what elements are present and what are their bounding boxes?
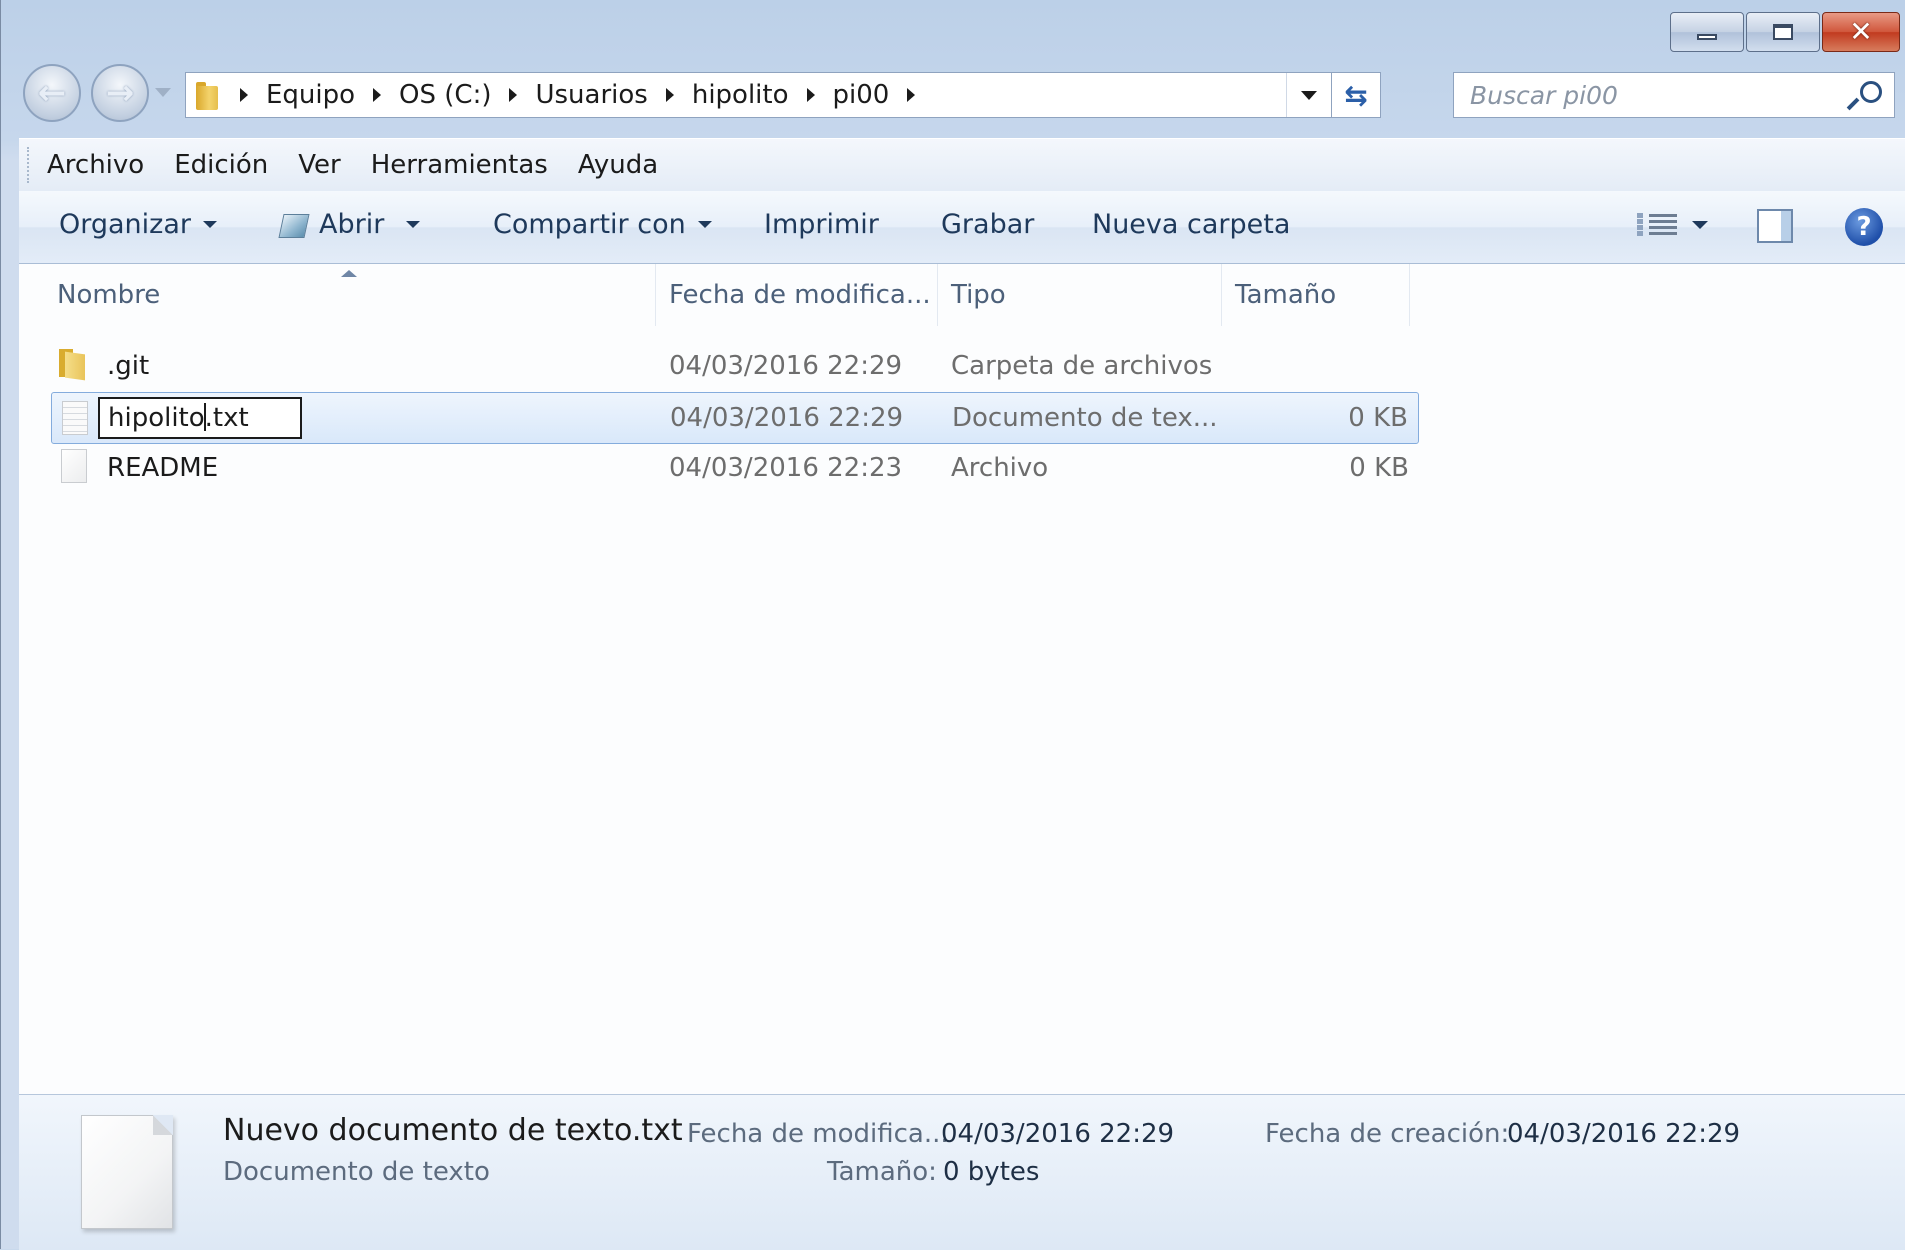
share-with-button[interactable]: Compartir con xyxy=(493,209,712,240)
column-name[interactable]: Nombre xyxy=(57,280,160,310)
burn-button[interactable]: Grabar xyxy=(941,209,1034,240)
open-with-icon xyxy=(277,210,310,240)
file-list[interactable]: Nombre Fecha de modifica... Tipo Tamaño … xyxy=(19,264,1905,1094)
change-view-icon[interactable] xyxy=(1637,211,1677,243)
burn-label: Grabar xyxy=(941,209,1035,240)
address-history-dropdown[interactable] xyxy=(1286,73,1331,117)
organize-button[interactable]: Organizar xyxy=(59,209,217,240)
back-button[interactable]: ← xyxy=(23,64,81,122)
details-created-label: Fecha de creación: xyxy=(1265,1119,1510,1149)
column-divider[interactable] xyxy=(1221,264,1222,326)
search-input[interactable] xyxy=(1454,79,1848,111)
menu-herramientas[interactable]: Herramientas xyxy=(371,150,548,180)
print-button[interactable]: Imprimir xyxy=(764,209,879,240)
details-size-label: Tamaño: xyxy=(827,1157,937,1187)
folder-icon xyxy=(57,349,87,381)
menu-archivo[interactable]: Archivo xyxy=(47,150,144,180)
details-created-value[interactable]: 04/03/2016 22:29 xyxy=(1507,1119,1740,1149)
column-size[interactable]: Tamaño xyxy=(1235,280,1336,310)
refresh-button[interactable]: ⇆ xyxy=(1331,73,1380,117)
breadcrumb-pi00[interactable]: pi00 xyxy=(833,80,890,110)
file-row-hipolito-txt[interactable]: hipolito.txt 04/03/2016 22:29 Documento … xyxy=(51,392,1419,444)
open-button[interactable]: Abrir xyxy=(277,209,421,240)
column-divider[interactable] xyxy=(1409,264,1410,326)
rename-input[interactable]: hipolito.txt xyxy=(98,397,302,439)
breadcrumb-os-c[interactable]: OS (C:) xyxy=(399,80,491,110)
menu-ayuda[interactable]: Ayuda xyxy=(578,150,658,180)
chevron-right-icon[interactable] xyxy=(907,88,916,102)
menu-grip xyxy=(27,147,33,183)
file-row-readme[interactable]: README 04/03/2016 22:23 Archivo 0 KB xyxy=(51,445,1419,491)
menu-edicion[interactable]: Edición xyxy=(174,150,268,180)
text-document-icon xyxy=(81,1115,173,1229)
text-document-icon xyxy=(62,401,88,435)
new-folder-label: Nueva carpeta xyxy=(1092,209,1291,240)
explorer-window: ✕ ← → Equipo OS (C:) Usuarios hipolito p… xyxy=(0,0,1905,1250)
close-icon: ✕ xyxy=(1849,15,1873,48)
file-modified: 04/03/2016 22:23 xyxy=(669,453,903,483)
forward-arrow-icon: → xyxy=(105,73,135,113)
column-type[interactable]: Tipo xyxy=(951,280,1006,310)
sort-ascending-icon xyxy=(341,270,357,277)
recent-pages-dropdown[interactable] xyxy=(155,88,171,97)
caption-buttons: ✕ xyxy=(1670,12,1900,52)
details-file-type: Documento de texto xyxy=(223,1157,490,1187)
view-options-dropdown[interactable] xyxy=(1692,221,1708,229)
chevron-down-icon[interactable] xyxy=(406,221,421,228)
column-divider[interactable] xyxy=(655,264,656,326)
file-type: Archivo xyxy=(951,453,1049,483)
search-icon[interactable] xyxy=(1846,75,1888,115)
search-box[interactable] xyxy=(1453,72,1895,118)
column-headers: Nombre Fecha de modifica... Tipo Tamaño xyxy=(19,264,1410,330)
chevron-right-icon[interactable] xyxy=(509,88,518,102)
minimize-button[interactable] xyxy=(1670,12,1744,52)
file-modified: 04/03/2016 22:29 xyxy=(670,403,904,433)
close-button[interactable]: ✕ xyxy=(1822,12,1900,52)
chevron-right-icon[interactable] xyxy=(373,88,382,102)
address-bar[interactable]: Equipo OS (C:) Usuarios hipolito pi00 ⇆ xyxy=(185,72,1381,118)
new-folder-button[interactable]: Nueva carpeta xyxy=(1092,209,1290,240)
details-modified-value[interactable]: 04/03/2016 22:29 xyxy=(941,1119,1174,1149)
chevron-down-icon xyxy=(203,221,217,228)
file-name: .git xyxy=(107,351,150,381)
minimize-icon xyxy=(1697,34,1717,40)
chevron-right-icon[interactable] xyxy=(240,88,248,102)
organize-label: Organizar xyxy=(59,209,191,240)
restore-icon xyxy=(1773,24,1793,40)
file-type: Carpeta de archivos xyxy=(951,351,1213,381)
chevron-down-icon xyxy=(1301,90,1317,100)
details-file-name: Nuevo documento de texto.txt xyxy=(223,1113,683,1148)
preview-pane-icon[interactable] xyxy=(1757,209,1793,243)
details-size-value: 0 bytes xyxy=(943,1157,1040,1187)
file-size: 0 KB xyxy=(1349,453,1409,483)
menu-ver[interactable]: Ver xyxy=(298,150,340,180)
file-name: README xyxy=(107,453,219,483)
details-pane: Nuevo documento de texto.txt Documento d… xyxy=(19,1094,1905,1250)
command-bar: Organizar Abrir Compartir con Imprimir G… xyxy=(19,191,1905,264)
breadcrumb-hipolito[interactable]: hipolito xyxy=(692,80,789,110)
chevron-right-icon[interactable] xyxy=(806,88,815,102)
open-label: Abrir xyxy=(319,209,385,240)
file-type: Documento de tex... xyxy=(952,403,1218,433)
details-modified-label: Fecha de modifica... xyxy=(687,1119,949,1149)
folder-icon xyxy=(194,80,224,110)
chevron-right-icon[interactable] xyxy=(665,88,674,102)
chevron-down-icon xyxy=(697,221,712,228)
maximize-button[interactable] xyxy=(1746,12,1820,52)
breadcrumb-usuarios[interactable]: Usuarios xyxy=(535,80,647,110)
menu-bar: Archivo Edición Ver Herramientas Ayuda xyxy=(19,138,1905,192)
share-label: Compartir con xyxy=(493,209,686,240)
help-icon[interactable]: ? xyxy=(1845,208,1883,246)
forward-button[interactable]: → xyxy=(91,64,149,122)
refresh-icon: ⇆ xyxy=(1344,78,1368,112)
column-modified[interactable]: Fecha de modifica... xyxy=(669,280,931,310)
column-divider[interactable] xyxy=(937,264,938,326)
file-row-git[interactable]: .git 04/03/2016 22:29 Carpeta de archivo… xyxy=(51,343,1419,389)
file-icon xyxy=(61,449,87,483)
breadcrumb-equipo[interactable]: Equipo xyxy=(266,80,355,110)
back-arrow-icon: ← xyxy=(37,73,67,113)
file-size: 0 KB xyxy=(1348,403,1408,433)
file-modified: 04/03/2016 22:29 xyxy=(669,351,903,381)
print-label: Imprimir xyxy=(764,209,879,240)
